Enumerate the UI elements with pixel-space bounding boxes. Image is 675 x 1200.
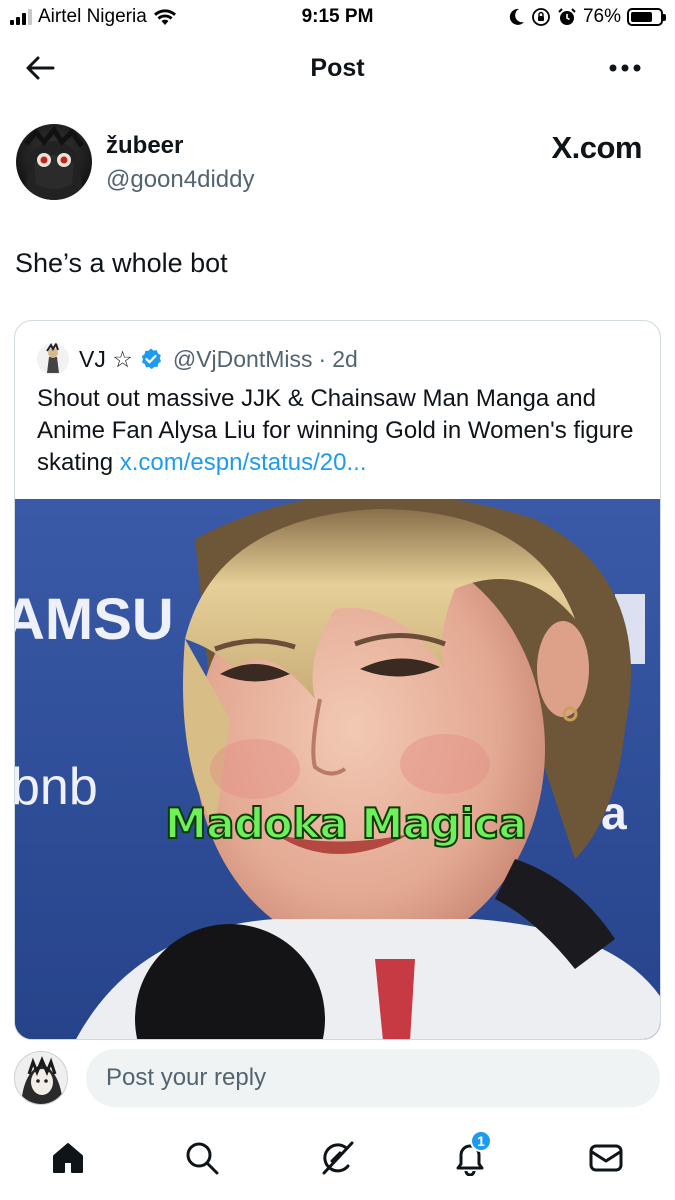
- tab-messages[interactable]: [582, 1134, 630, 1182]
- tab-grok[interactable]: [313, 1134, 361, 1182]
- quoted-author-handle: @VjDontMiss: [172, 345, 313, 372]
- backdrop-word-1: AMSU: [15, 587, 174, 652]
- source-label: X.com: [551, 130, 642, 165]
- verified-badge-icon: [141, 348, 161, 370]
- video-caption: Madoka Magica: [164, 798, 528, 849]
- page-title: Post: [310, 54, 365, 82]
- post-text: She’s a whole bot: [15, 248, 228, 278]
- backdrop-word-2: bnb: [15, 758, 98, 816]
- tab-notifications[interactable]: 1: [446, 1130, 494, 1182]
- notification-count-badge: 1: [470, 1130, 492, 1152]
- tab-home[interactable]: [44, 1134, 92, 1182]
- quoted-post-video[interactable]: AMSU bnb ba: [15, 499, 660, 1039]
- quoted-post-text: Shout out massive JJK & Chainsaw Man Man…: [37, 383, 649, 479]
- post-author: žubeer @goon4diddy X.com: [16, 124, 656, 204]
- moon-icon: [509, 8, 524, 25]
- battery-percent: 76%: [582, 6, 621, 27]
- status-bar: Airtel Nigeria 9:15 PM 76%: [0, 0, 675, 34]
- home-icon: [53, 1143, 83, 1173]
- search-icon: [186, 1142, 219, 1175]
- more-options-button[interactable]: [605, 52, 645, 84]
- quoted-author-name: VJ ☆: [79, 345, 133, 372]
- author-name[interactable]: žubeer: [106, 132, 183, 160]
- alarm-icon: [558, 8, 576, 25]
- quoted-post-link[interactable]: x.com/espn/status/20...: [120, 449, 367, 476]
- bottom-tab-bar: 1: [0, 1120, 675, 1200]
- avatar-portrait-icon: [24, 125, 85, 200]
- orientation-lock-icon: [532, 8, 550, 26]
- tab-search[interactable]: [178, 1134, 226, 1182]
- current-user-avatar[interactable]: [14, 1051, 68, 1105]
- post-header: Post: [0, 40, 675, 98]
- video-frame-image: AMSU bnb ba: [15, 499, 660, 1039]
- quoted-post-card[interactable]: VJ ☆ @VjDontMiss · 2d Shout out massive …: [14, 320, 661, 1040]
- envelope-icon: [589, 1144, 623, 1172]
- quoted-post-header: VJ ☆ @VjDontMiss · 2d: [37, 343, 358, 375]
- quoted-post-age: 2d: [332, 345, 358, 372]
- reply-input[interactable]: [86, 1049, 660, 1107]
- battery-level-fill: [631, 12, 652, 22]
- status-right: 76%: [509, 6, 666, 28]
- author-avatar[interactable]: [16, 124, 92, 200]
- author-handle[interactable]: @goon4diddy: [106, 166, 254, 194]
- grok-icon: [322, 1141, 354, 1175]
- quoted-author-avatar: [37, 343, 69, 375]
- dot-separator: ·: [318, 345, 327, 372]
- reply-bar: [0, 1040, 675, 1120]
- battery-icon: [627, 8, 666, 26]
- more-horizontal-icon: [609, 64, 641, 72]
